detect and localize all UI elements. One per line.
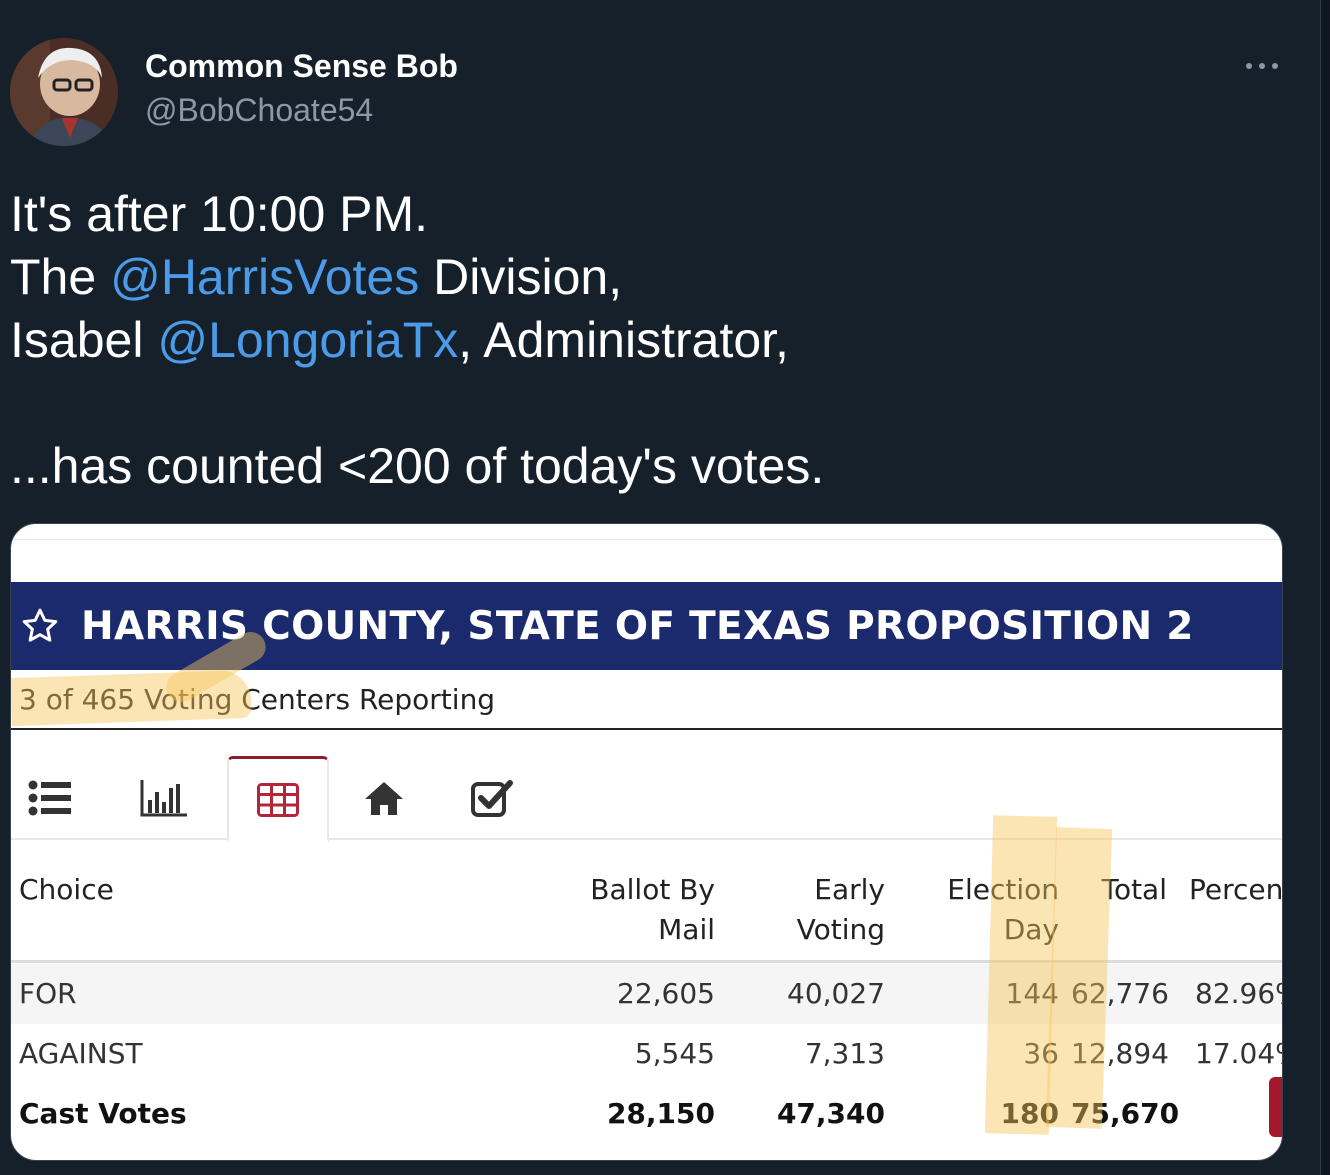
list-icon [28,780,71,816]
column-header-percent[interactable]: Percent [1189,870,1282,910]
column-header-total[interactable]: Total [1071,870,1167,910]
tab-table[interactable] [227,756,329,842]
mention-link[interactable]: @LongoriaTx [157,312,458,368]
table-row: FOR 22,605 40,027 144 62,776 82.96% [11,964,1282,1024]
display-name[interactable]: Common Sense Bob [145,48,458,85]
cell-total: 75,670 [1071,1097,1180,1130]
reporting-status: 3 of 465 Voting Centers Reporting [11,670,1282,730]
cell-choice: AGAINST [19,1037,143,1070]
avatar[interactable] [10,38,118,146]
cell-total: 12,894 [1071,1037,1169,1070]
table-icon [257,782,299,817]
results-tabs [11,756,1282,842]
reporting-text: 3 of 465 Voting Centers Reporting [19,682,496,716]
tab-chart[interactable] [113,756,215,840]
cell-mail: 28,150 [606,1097,715,1130]
table-row: AGAINST 5,545 7,313 36 12,894 17.04% [11,1024,1282,1084]
page-top-strip [11,524,1282,540]
tweet-text-span: Isabel [10,312,158,368]
tweet-text: It's after 10:00 PM. The @HarrisVotes Di… [10,183,1300,498]
checkbox-icon [471,780,513,817]
tweet-line: It's after 10:00 PM. [10,186,429,242]
cell-choice: Cast Votes [19,1097,187,1130]
tweet-text-span: The [10,249,111,305]
feedback-tab[interactable] [1269,1077,1282,1137]
cell-total: 62,776 [1071,977,1169,1010]
column-header-mail[interactable]: Ballot By Mail [571,870,715,950]
header-line: Mail [658,913,715,946]
user-handle[interactable]: @BobChoate54 [145,92,373,129]
tweet-line: The @HarrisVotes Division, [10,246,1300,309]
cell-mail: 5,545 [634,1037,715,1070]
bar-chart-icon [140,780,187,817]
tweet-media-image[interactable]: HARRIS COUNTY, STATE OF TEXAS PROPOSITIO… [10,523,1283,1161]
tweet-line: Isabel @LongoriaTx, Administrator, [10,309,1300,372]
header-line: Early [814,873,885,906]
cell-mail: 22,605 [617,977,715,1010]
column-header-choice[interactable]: Choice [19,870,114,910]
header-line: Ballot By [590,873,715,906]
results-banner: HARRIS COUNTY, STATE OF TEXAS PROPOSITIO… [11,582,1282,670]
results-title: HARRIS COUNTY, STATE OF TEXAS PROPOSITIO… [81,603,1194,649]
cell-election-day: 36 [1023,1037,1059,1070]
cell-percent: 82.96% [1195,977,1282,1010]
cell-election-day: 180 [1000,1097,1059,1130]
cell-choice: FOR [19,977,77,1010]
more-options-icon[interactable] [1240,48,1284,84]
header-line: Day [1003,913,1059,946]
cell-percent: 17.04% [1195,1037,1282,1070]
tweet-line: ...has counted <200 of today's votes. [10,438,825,494]
header-line: Voting [796,913,885,946]
scrollbar-track[interactable] [1320,0,1330,1175]
column-header-election-day[interactable]: Election Day [911,870,1059,950]
mention-link[interactable]: @HarrisVotes [110,249,419,305]
star-icon[interactable] [11,582,69,670]
cell-early: 7,313 [804,1037,885,1070]
tab-home[interactable] [333,756,435,840]
cell-early: 40,027 [787,977,885,1010]
cell-early: 47,340 [776,1097,885,1130]
cell-election-day: 144 [1005,977,1059,1010]
totals-row: Cast Votes 28,150 47,340 180 75,670 [11,1084,1282,1144]
header-line: Election [947,873,1059,906]
header-divider [11,960,1282,963]
column-header-early[interactable]: Early Voting [751,870,885,950]
tweet-text-span: , Administrator, [458,312,789,368]
tweet-text-span: Division, [419,249,623,305]
tab-checkbox[interactable] [441,756,543,840]
home-icon [365,782,403,815]
tab-list[interactable] [11,756,101,840]
